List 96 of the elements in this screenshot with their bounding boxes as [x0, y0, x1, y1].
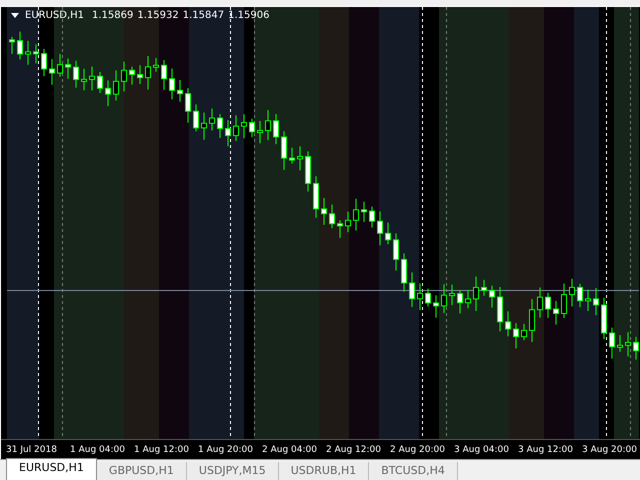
candlestick: [289, 147, 295, 164]
candlestick: [281, 130, 287, 170]
candlestick: [457, 290, 463, 314]
candlestick: [433, 294, 439, 318]
candlestick: [265, 110, 271, 141]
candlestick: [441, 284, 447, 314]
candlestick: [537, 286, 543, 318]
candlestick: [473, 276, 479, 312]
candlestick: [41, 48, 47, 77]
candlestick: [89, 66, 95, 92]
time-axis-label: 3 Aug 20:00: [582, 444, 638, 454]
candlestick: [617, 334, 623, 352]
candlestick: [513, 322, 519, 349]
candlestick: [137, 64, 143, 84]
candlestick: [17, 31, 23, 60]
candlestick: [369, 206, 375, 228]
candlestick: [585, 289, 591, 312]
candlestick: [57, 54, 63, 78]
candlestick: [553, 300, 559, 326]
price-quote: 1.15869: [92, 10, 134, 21]
dropdown-triangle-icon[interactable]: [11, 13, 19, 18]
candlestick: [105, 80, 111, 107]
candlestick: [241, 114, 247, 139]
chart-tab[interactable]: BTCUSD,H4: [369, 462, 458, 480]
candlestick: [145, 55, 151, 90]
candlestick: [377, 210, 383, 246]
time-axis-label: 3 Aug 12:00: [518, 444, 574, 454]
candlestick: [521, 323, 527, 341]
candlestick: [625, 332, 631, 357]
time-axis-label: 1 Aug 04:00: [70, 444, 126, 454]
candlestick: [577, 283, 583, 308]
price-quote: 1.15847: [182, 10, 224, 21]
candlestick: [97, 71, 103, 94]
candlestick: [569, 278, 575, 307]
time-axis-label: 3 Aug 04:00: [454, 444, 510, 454]
chart-tab[interactable]: USDJPY,M15: [186, 462, 279, 480]
candlestick: [297, 146, 303, 171]
candlestick: [113, 70, 119, 102]
candlestick: [385, 222, 391, 245]
candlestick: [505, 310, 511, 337]
candlestick: [25, 40, 31, 66]
time-axis-label: 2 Aug 20:00: [390, 444, 446, 454]
chart-tab[interactable]: USDRUB,H1: [278, 462, 370, 480]
time-axis-label: 2 Aug 04:00: [262, 444, 318, 454]
time-axis-label: 1 Aug 12:00: [134, 444, 190, 454]
time-axis-label: 1 Aug 20:00: [198, 444, 254, 454]
candlestick: [169, 68, 175, 100]
candlestick: [345, 211, 351, 233]
time-axis-label: 2 Aug 12:00: [326, 444, 382, 454]
candlestick: [449, 284, 455, 306]
candlestick: [9, 36, 15, 54]
price-quote: 1.15906: [228, 10, 270, 21]
candlestick: [393, 232, 399, 272]
candlestick: [209, 108, 215, 131]
candlestick: [273, 113, 279, 145]
candlestick: [593, 287, 599, 316]
candlestick: [217, 114, 223, 139]
candlestick: [129, 66, 135, 86]
candlestick: [417, 282, 423, 311]
candlestick: [65, 58, 71, 80]
candlestick: [361, 201, 367, 222]
candlestick: [321, 197, 327, 226]
candlestick: [305, 150, 311, 192]
candlestick: [257, 120, 263, 144]
candlestick: [49, 58, 55, 86]
candlestick: [233, 114, 239, 142]
candlestick: [73, 60, 79, 88]
candlestick: [481, 279, 487, 296]
candlestick: [161, 60, 167, 90]
candlestick: [545, 292, 551, 318]
chart-tab[interactable]: EURUSD,H1: [6, 458, 97, 480]
candlestick: [425, 288, 431, 307]
candlestick: [409, 272, 415, 308]
candlestick: [153, 58, 159, 72]
chart-tab[interactable]: GBPUSD,H1: [96, 462, 187, 480]
candlestick: [185, 88, 191, 124]
candlestick: [121, 61, 127, 92]
candlestick: [201, 112, 207, 140]
candlestick: [337, 220, 343, 238]
candlestick: [329, 204, 335, 229]
candlestick: [353, 198, 359, 231]
candlestick: [401, 252, 407, 292]
candlestick: [177, 79, 183, 102]
candlestick: [561, 283, 567, 318]
candlestick: [529, 298, 535, 342]
chart-symbol-title: EURUSD,H1: [25, 10, 84, 21]
candlestick: [81, 68, 87, 91]
candlestick: [193, 104, 199, 132]
candlestick: [489, 285, 495, 308]
candlestick: [497, 286, 503, 332]
candlestick: [249, 118, 255, 138]
time-axis-label: 31 Jul 2018: [6, 444, 58, 454]
candlestick: [465, 289, 471, 309]
candlestick: [609, 327, 615, 360]
candlestick: [313, 176, 319, 218]
price-quote: 1.15932: [137, 10, 179, 21]
